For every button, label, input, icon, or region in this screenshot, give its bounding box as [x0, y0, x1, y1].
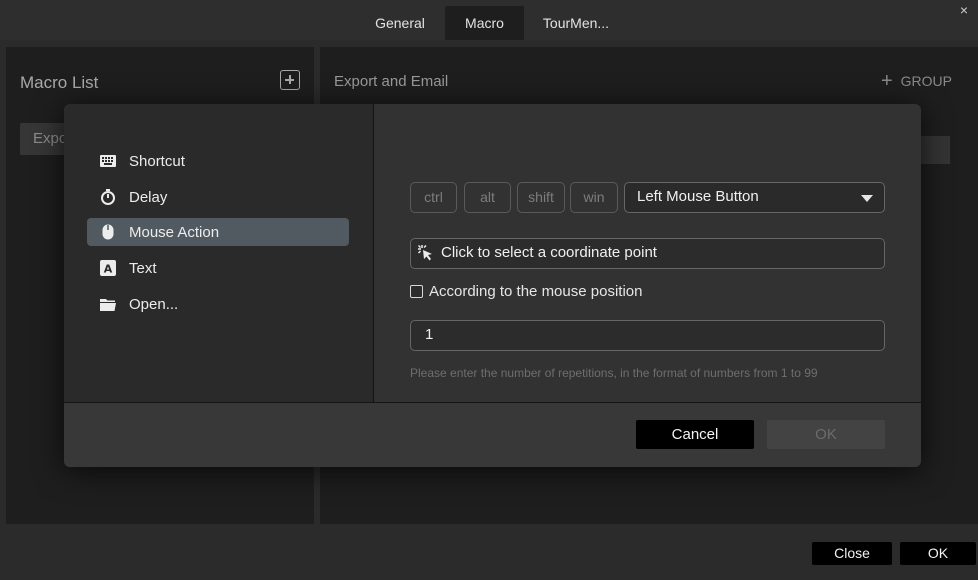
add-macro-button[interactable] [280, 70, 300, 90]
follow-mouse-checkbox[interactable] [410, 284, 423, 298]
group-label: GROUP [900, 73, 952, 89]
follow-mouse-label: According to the mouse position [429, 282, 643, 300]
close-button[interactable]: Close [812, 542, 892, 565]
add-group-button[interactable]: + GROUP [880, 70, 952, 92]
tab-tourmen[interactable]: TourMen... [530, 6, 622, 40]
cursor-click-icon [417, 244, 435, 262]
text-icon: A [99, 259, 117, 277]
menu-item-text[interactable]: A Text [87, 254, 349, 282]
dialog-ok-button[interactable]: OK [767, 420, 885, 449]
repetitions-hint: Please enter the number of repetitions, … [410, 366, 818, 380]
dialog-footer: Cancel OK [64, 403, 921, 467]
menu-item-label: Open... [129, 295, 179, 313]
tab-general[interactable]: General [360, 6, 440, 40]
modifier-ctrl-button[interactable]: ctrl [410, 182, 457, 213]
mouse-button-value: Left Mouse Button [637, 188, 759, 205]
modifier-win-button[interactable]: win [570, 182, 618, 213]
add-action-dialog: Shortcut Delay Mouse Action A Text Open.… [64, 104, 921, 467]
menu-item-shortcut[interactable]: Shortcut [87, 147, 349, 175]
modifier-shift-button[interactable]: shift [517, 182, 565, 213]
mouse-action-settings: ctrl alt shift win Left Mouse Button Cli… [374, 104, 921, 402]
menu-item-label: Delay [129, 188, 168, 206]
menu-item-mouse-action[interactable]: Mouse Action [87, 218, 349, 246]
menu-item-label: Text [129, 259, 157, 277]
ok-button[interactable]: OK [900, 542, 976, 565]
cancel-button[interactable]: Cancel [636, 420, 754, 449]
menu-item-label: Mouse Action [129, 223, 220, 241]
chevron-down-icon [861, 195, 873, 202]
macro-list-title: Macro List [20, 73, 99, 92]
action-type-menu: Shortcut Delay Mouse Action A Text Open.… [64, 104, 373, 402]
menu-item-open[interactable]: Open... [87, 290, 349, 318]
keyboard-icon [99, 152, 117, 170]
follow-mouse-option[interactable]: According to the mouse position [410, 282, 642, 300]
menu-item-label: Shortcut [129, 152, 185, 170]
modifier-alt-button[interactable]: alt [464, 182, 511, 213]
mouse-button-select[interactable]: Left Mouse Button [624, 182, 885, 213]
detail-row-strip [920, 136, 950, 164]
window-close-icon[interactable]: × [954, 0, 974, 20]
plus-icon: + [880, 70, 893, 92]
menu-item-delay[interactable]: Delay [87, 183, 349, 211]
tab-bar: General Macro TourMen... × [0, 0, 978, 40]
coordinate-picker-field[interactable]: Click to select a coordinate point [410, 238, 885, 269]
repetitions-input[interactable]: 1 [410, 320, 885, 351]
tab-macro[interactable]: Macro [445, 6, 524, 40]
macro-detail-title: Export and Email [334, 73, 449, 90]
stopwatch-icon [99, 188, 117, 206]
folder-icon [99, 295, 117, 313]
svg-text:A: A [104, 263, 113, 276]
mouse-icon [99, 223, 117, 241]
coordinate-picker-label: Click to select a coordinate point [441, 244, 657, 261]
